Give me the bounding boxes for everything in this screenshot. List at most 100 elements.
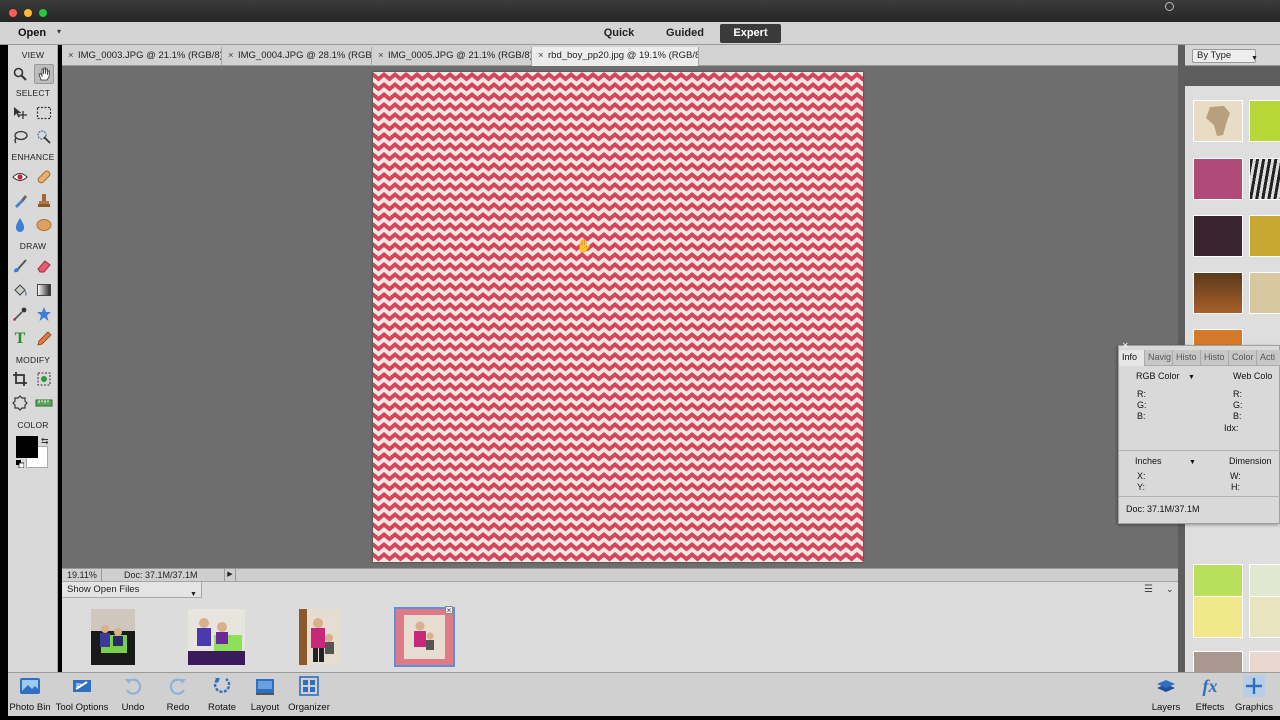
graphic-pink-texture[interactable] bbox=[1193, 158, 1243, 200]
tab-histogram[interactable]: Histo bbox=[1173, 350, 1201, 366]
paint-bucket-tool-icon[interactable] bbox=[10, 280, 30, 300]
tab-actions[interactable]: Acti bbox=[1257, 350, 1280, 366]
document-tab-img-0005[interactable]: × IMG_0005.JPG @ 21.1% (RGB/8) * bbox=[372, 47, 532, 66]
window-close-button[interactable] bbox=[9, 9, 17, 17]
tab-info[interactable]: Info bbox=[1119, 350, 1145, 366]
close-icon[interactable]: × bbox=[378, 47, 388, 65]
graphic-zebra-stripes[interactable] bbox=[1249, 158, 1280, 200]
web-idx-label: Idx: bbox=[1224, 423, 1239, 433]
task-label: Undo bbox=[121, 702, 145, 713]
web-g-label: G: bbox=[1233, 400, 1243, 410]
rotate-button[interactable]: Rotate bbox=[204, 675, 240, 713]
document-canvas[interactable] bbox=[373, 72, 863, 562]
section-label-modify: MODIFY bbox=[15, 355, 51, 365]
straighten-tool-icon[interactable] bbox=[34, 393, 54, 413]
tool-options-button[interactable]: Tool Options bbox=[54, 675, 110, 713]
recompose-tool-icon[interactable] bbox=[34, 369, 54, 389]
foreground-color-swatch[interactable] bbox=[16, 436, 38, 458]
close-icon[interactable]: × bbox=[538, 47, 548, 65]
pencil-tool-icon[interactable] bbox=[34, 329, 54, 349]
redo-button[interactable]: Redo bbox=[161, 675, 195, 713]
task-label: Redo bbox=[166, 702, 190, 713]
move-tool-icon[interactable] bbox=[10, 103, 30, 123]
thumbnail-rbd-boy-pp20[interactable] bbox=[394, 607, 455, 667]
graphic-blush-paper[interactable] bbox=[1249, 651, 1280, 672]
quick-selection-tool-icon[interactable] bbox=[34, 127, 54, 147]
blur-tool-icon[interactable] bbox=[10, 215, 30, 235]
graphic-sunflowers[interactable] bbox=[1249, 215, 1280, 257]
mode-guided-button[interactable]: Guided bbox=[660, 24, 710, 43]
sponge-tool-icon[interactable] bbox=[34, 215, 54, 235]
thumbnail-img-0003[interactable] bbox=[91, 609, 135, 665]
content-aware-move-tool-icon[interactable] bbox=[10, 393, 30, 413]
eraser-tool-icon[interactable] bbox=[34, 256, 54, 276]
tab-navigator[interactable]: Navig bbox=[1145, 350, 1173, 366]
gradient-tool-icon[interactable] bbox=[34, 280, 54, 300]
chevron-down-icon: ▼ bbox=[1188, 374, 1195, 381]
healing-brush-tool-icon[interactable] bbox=[34, 167, 54, 187]
graphic-africa-map[interactable] bbox=[1193, 100, 1243, 142]
red-eye-tool-icon[interactable] bbox=[10, 167, 30, 187]
web-color-mode-dropdown[interactable]: Web Colo bbox=[1233, 371, 1272, 381]
document-tab-img-0004[interactable]: ×IMG_0004.JPG @ 28.1% (RGB/8) * bbox=[222, 47, 372, 66]
clone-stamp-tool-icon[interactable] bbox=[34, 191, 54, 211]
brush-tool-icon[interactable] bbox=[10, 256, 30, 276]
lasso-tool-icon[interactable] bbox=[10, 127, 30, 147]
window-zoom-button[interactable] bbox=[39, 9, 47, 17]
graphic-beige-texture[interactable] bbox=[1249, 272, 1280, 314]
graphic-taupe-paper[interactable] bbox=[1193, 651, 1243, 672]
close-icon[interactable]: × bbox=[445, 606, 453, 615]
document-tab-rbd-boy-pp20[interactable]: × rbd_boy_pp20.jpg @ 19.1% (RGB/8) bbox=[531, 47, 699, 66]
graphic-cream-paper[interactable] bbox=[1249, 596, 1280, 638]
eyedropper-tool-icon[interactable] bbox=[10, 304, 30, 324]
open-dropdown-arrow-icon[interactable]: ▾ bbox=[57, 27, 61, 36]
bin-menu-icon[interactable]: ☰ bbox=[1144, 584, 1153, 595]
canvas-workspace[interactable]: ✋ bbox=[62, 66, 1178, 568]
zoom-tool-icon[interactable] bbox=[10, 64, 30, 84]
smart-brush-tool-icon[interactable] bbox=[10, 191, 30, 211]
mode-quick-button[interactable]: Quick bbox=[596, 24, 642, 43]
photo-bin-button[interactable]: Photo Bin bbox=[8, 675, 52, 713]
type-tool-icon[interactable]: T bbox=[10, 329, 30, 349]
layout-button[interactable]: Layout bbox=[248, 675, 282, 713]
graphic-yellow-paper[interactable] bbox=[1193, 596, 1243, 638]
thumbnail-img-0005[interactable] bbox=[299, 609, 342, 665]
tab-history[interactable]: Histo bbox=[1201, 350, 1229, 366]
crop-tool-icon[interactable] bbox=[10, 369, 30, 389]
by-type-dropdown[interactable]: By Type ▼ bbox=[1192, 49, 1258, 63]
hand-tool-icon[interactable] bbox=[34, 64, 54, 84]
document-tab-img-0003[interactable]: × IMG_0003.JPG @ 21.1% (RGB/8) * bbox=[62, 47, 222, 66]
marquee-tool-icon[interactable] bbox=[34, 103, 54, 123]
show-open-files-dropdown[interactable]: Show Open Files ▼ bbox=[62, 582, 202, 598]
chevron-down-icon[interactable]: ⌄ bbox=[1166, 584, 1174, 595]
custom-shape-tool-icon[interactable] bbox=[34, 304, 54, 324]
effects-panel-button[interactable]: fx Effects bbox=[1192, 675, 1228, 713]
tab-color[interactable]: Color bbox=[1229, 350, 1257, 366]
mode-expert-button[interactable]: Expert bbox=[720, 24, 781, 43]
tab-label: IMG_0004.JPG @ 28.1% (RGB/8) * bbox=[238, 50, 372, 61]
graphic-autumn-field[interactable] bbox=[1193, 272, 1243, 314]
default-colors-icon[interactable] bbox=[16, 459, 25, 469]
section-label-draw: DRAW bbox=[19, 241, 47, 251]
undo-button[interactable]: Undo bbox=[116, 675, 150, 713]
zoom-level-field[interactable]: 19.11% bbox=[62, 569, 102, 581]
close-icon[interactable]: ✕ bbox=[1122, 341, 1129, 350]
section-label-select: SELECT bbox=[15, 88, 51, 98]
swap-colors-icon[interactable]: ⇆ bbox=[41, 436, 49, 447]
spotlight-search-icon[interactable] bbox=[1165, 2, 1174, 11]
units-dropdown[interactable]: Inches ▼ bbox=[1135, 456, 1196, 466]
rgb-mode-dropdown[interactable]: RGB Color ▼ bbox=[1136, 371, 1195, 381]
graphic-dark-paper[interactable] bbox=[1193, 215, 1243, 257]
chevron-paper-pattern bbox=[373, 72, 863, 562]
close-icon[interactable]: × bbox=[228, 47, 238, 65]
thumbnail-img-0004[interactable] bbox=[188, 609, 245, 665]
open-button[interactable]: Open bbox=[18, 27, 46, 39]
window-minimize-button[interactable] bbox=[24, 9, 32, 17]
layers-panel-button[interactable]: Layers bbox=[1148, 675, 1184, 713]
graphics-panel-button[interactable]: Graphics bbox=[1234, 675, 1274, 713]
organizer-icon bbox=[299, 676, 319, 696]
organizer-button[interactable]: Organizer bbox=[286, 675, 332, 713]
close-icon[interactable]: × bbox=[68, 47, 78, 65]
status-menu-arrow-icon[interactable]: ▶ bbox=[224, 569, 236, 581]
graphic-green-paper[interactable] bbox=[1249, 100, 1280, 142]
